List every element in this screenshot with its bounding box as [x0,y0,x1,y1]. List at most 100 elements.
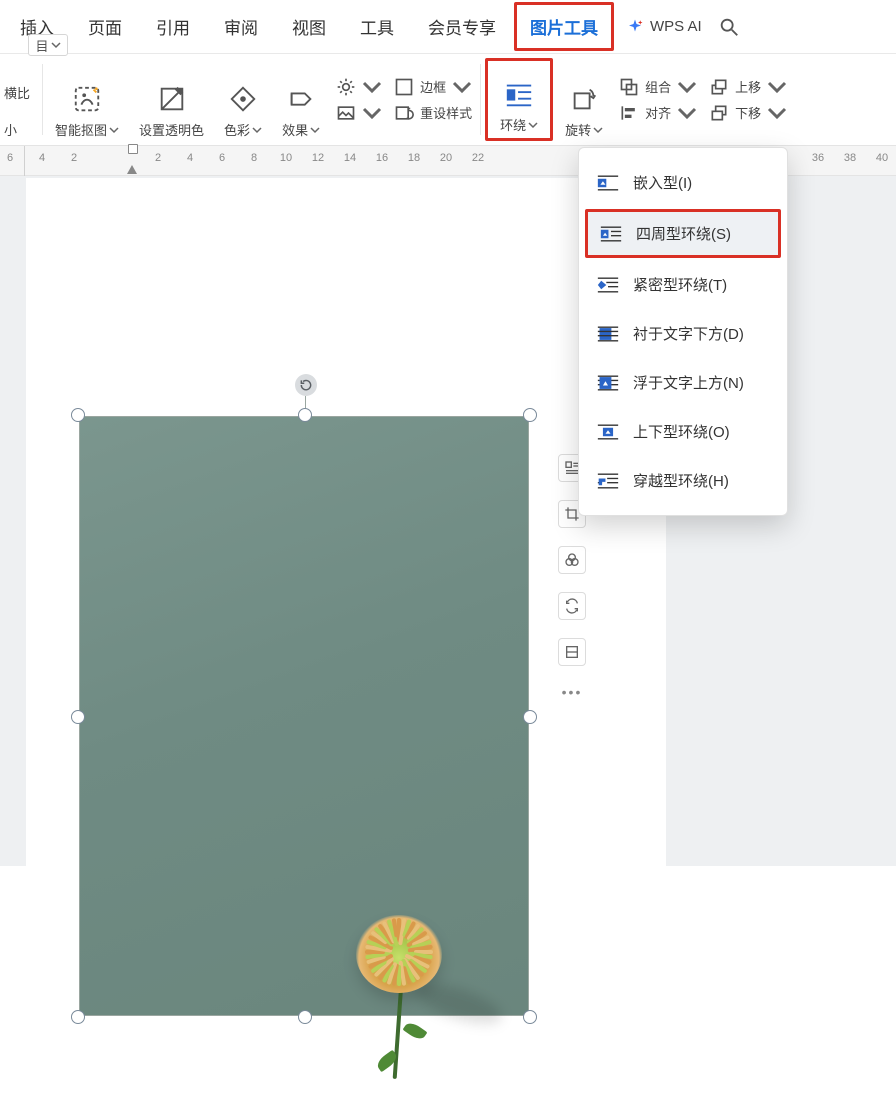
color-button[interactable]: 色彩 [214,54,272,145]
ribbon-adjust-column [330,54,388,145]
resize-handle-top-left[interactable] [71,408,85,422]
chevron-down-icon [452,77,472,97]
wrap-option-inline-label: 嵌入型(I) [633,172,692,193]
wrap-option-behind[interactable]: 衬于文字下方(D) [579,309,787,358]
resize-handle-bottom-middle[interactable] [298,1010,312,1024]
wps-ai-icon [626,18,644,36]
rotate-label: 旋转 [565,120,591,139]
wrap-option-through-label: 穿越型环绕(H) [633,470,729,491]
ruler-tick: 10 [280,152,292,164]
group-label: 组合 [645,77,671,96]
side-tool-adjust[interactable] [558,638,586,666]
group-button[interactable]: 组合 [619,77,697,97]
wrap-front-icon [597,373,619,393]
set-transparent-button[interactable]: 设置透明色 [129,54,214,145]
tab-member[interactable]: 会员专享 [412,2,512,51]
group-icon [619,77,639,97]
ruler-tick: 8 [251,152,257,164]
wrap-option-square[interactable]: 四周型环绕(S) [585,209,781,258]
effect-label: 效果 [282,120,308,139]
ruler-tick: 6 [219,152,225,164]
wrap-option-tight[interactable]: 紧密型环绕(T) [579,260,787,309]
smart-cutout-icon [72,82,102,116]
tab-reference[interactable]: 引用 [140,2,206,51]
wrap-through-icon [597,471,619,491]
move-down-label: 下移 [735,103,761,122]
brightness-button[interactable] [336,77,382,97]
side-tool-effects[interactable] [558,546,586,574]
tab-view[interactable]: 视图 [276,2,342,51]
chevron-down-icon [677,103,697,123]
effect-icon [286,82,316,116]
selected-image[interactable] [79,416,529,1016]
wrap-option-through[interactable]: 穿越型环绕(H) [579,456,787,505]
move-down-icon [709,103,729,123]
ribbon-trunc-bottom: 小 [4,120,17,139]
ruler-tick: 36 [812,152,824,164]
wrap-topbottom-icon [597,422,619,442]
smart-cutout-button[interactable]: 智能抠图 [45,54,129,145]
tab-picture-tools[interactable]: 图片工具 [514,2,614,51]
move-down-button[interactable]: 下移 [709,103,787,123]
chevron-down-icon [677,77,697,97]
chevron-down-icon [362,77,382,97]
align-label: 对齐 [645,103,671,122]
resize-handle-top-right[interactable] [523,408,537,422]
resize-handle-middle-right[interactable] [523,710,537,724]
chevron-down-icon [310,125,320,135]
wrap-option-topbottom[interactable]: 上下型环绕(O) [579,407,787,456]
tab-review[interactable]: 审阅 [208,2,274,51]
set-transparent-icon [157,82,187,116]
wrap-behind-icon [597,324,619,344]
wrap-button[interactable]: 环绕 [485,58,553,141]
wrap-option-inline[interactable]: 嵌入型(I) [579,158,787,207]
resize-handle-bottom-left[interactable] [71,1010,85,1024]
ribbon-border-column: 边框 重设样式 [388,54,478,145]
ribbon-truncated-left: 横比 小 [2,54,40,145]
border-button[interactable]: 边框 [394,77,472,97]
ribbon-trunc-top: 横比 [4,83,30,102]
align-button[interactable]: 对齐 [619,103,697,123]
ribbon-arrange-column-1: 组合 对齐 [613,54,703,145]
chevron-down-icon [252,125,262,135]
chevron-down-icon [767,77,787,97]
move-up-button[interactable]: 上移 [709,77,787,97]
reset-style-button[interactable]: 重设样式 [394,103,472,123]
wrap-inline-icon [597,173,619,193]
resize-handle-middle-left[interactable] [71,710,85,724]
ruler-tick: 40 [876,152,888,164]
rotate-button[interactable]: 旋转 [555,54,613,145]
wps-ai-label: WPS AI [650,18,702,35]
ruler-indent-marker[interactable] [125,144,139,174]
tab-tools[interactable]: 工具 [344,2,410,51]
menu-tabs: 插入 页面 引用 审阅 视图 工具 会员专享 图片工具 WPS AI [0,0,896,54]
ribbon-arrange-column-2: 上移 下移 [703,54,793,145]
resize-handle-bottom-right[interactable] [523,1010,537,1024]
resize-handle-top-middle[interactable] [298,408,312,422]
wrap-option-front[interactable]: 浮于文字上方(N) [579,358,787,407]
chevron-down-icon [51,40,61,50]
rotate-handle[interactable] [295,374,317,396]
color-label: 色彩 [224,120,250,139]
rotate-icon [569,82,599,116]
wrap-option-front-label: 浮于文字上方(N) [633,372,744,393]
wps-ai-button[interactable]: WPS AI [616,18,712,36]
reset-style-label: 重设样式 [420,103,472,122]
smart-cutout-label: 智能抠图 [55,120,107,139]
tab-page[interactable]: 页面 [72,2,138,51]
side-tool-more[interactable]: ••• [558,684,586,700]
wrap-label: 环绕 [500,115,526,134]
reset-picture-button[interactable] [336,103,382,123]
chevron-down-icon [109,125,119,135]
ruler-tick: 2 [155,152,161,164]
search-icon[interactable] [718,16,740,38]
wrap-option-behind-label: 衬于文字下方(D) [633,323,744,344]
outline-toggle-button[interactable]: 目 [28,34,68,56]
wrap-square-icon [600,224,622,244]
reset-style-icon [394,103,414,123]
ribbon: 横比 小 智能抠图 设置透明色 色彩 效果 [0,54,896,146]
effect-button[interactable]: 效果 [272,54,330,145]
chevron-down-icon [593,125,603,135]
side-tool-replace[interactable] [558,592,586,620]
chevron-down-icon [528,120,538,130]
